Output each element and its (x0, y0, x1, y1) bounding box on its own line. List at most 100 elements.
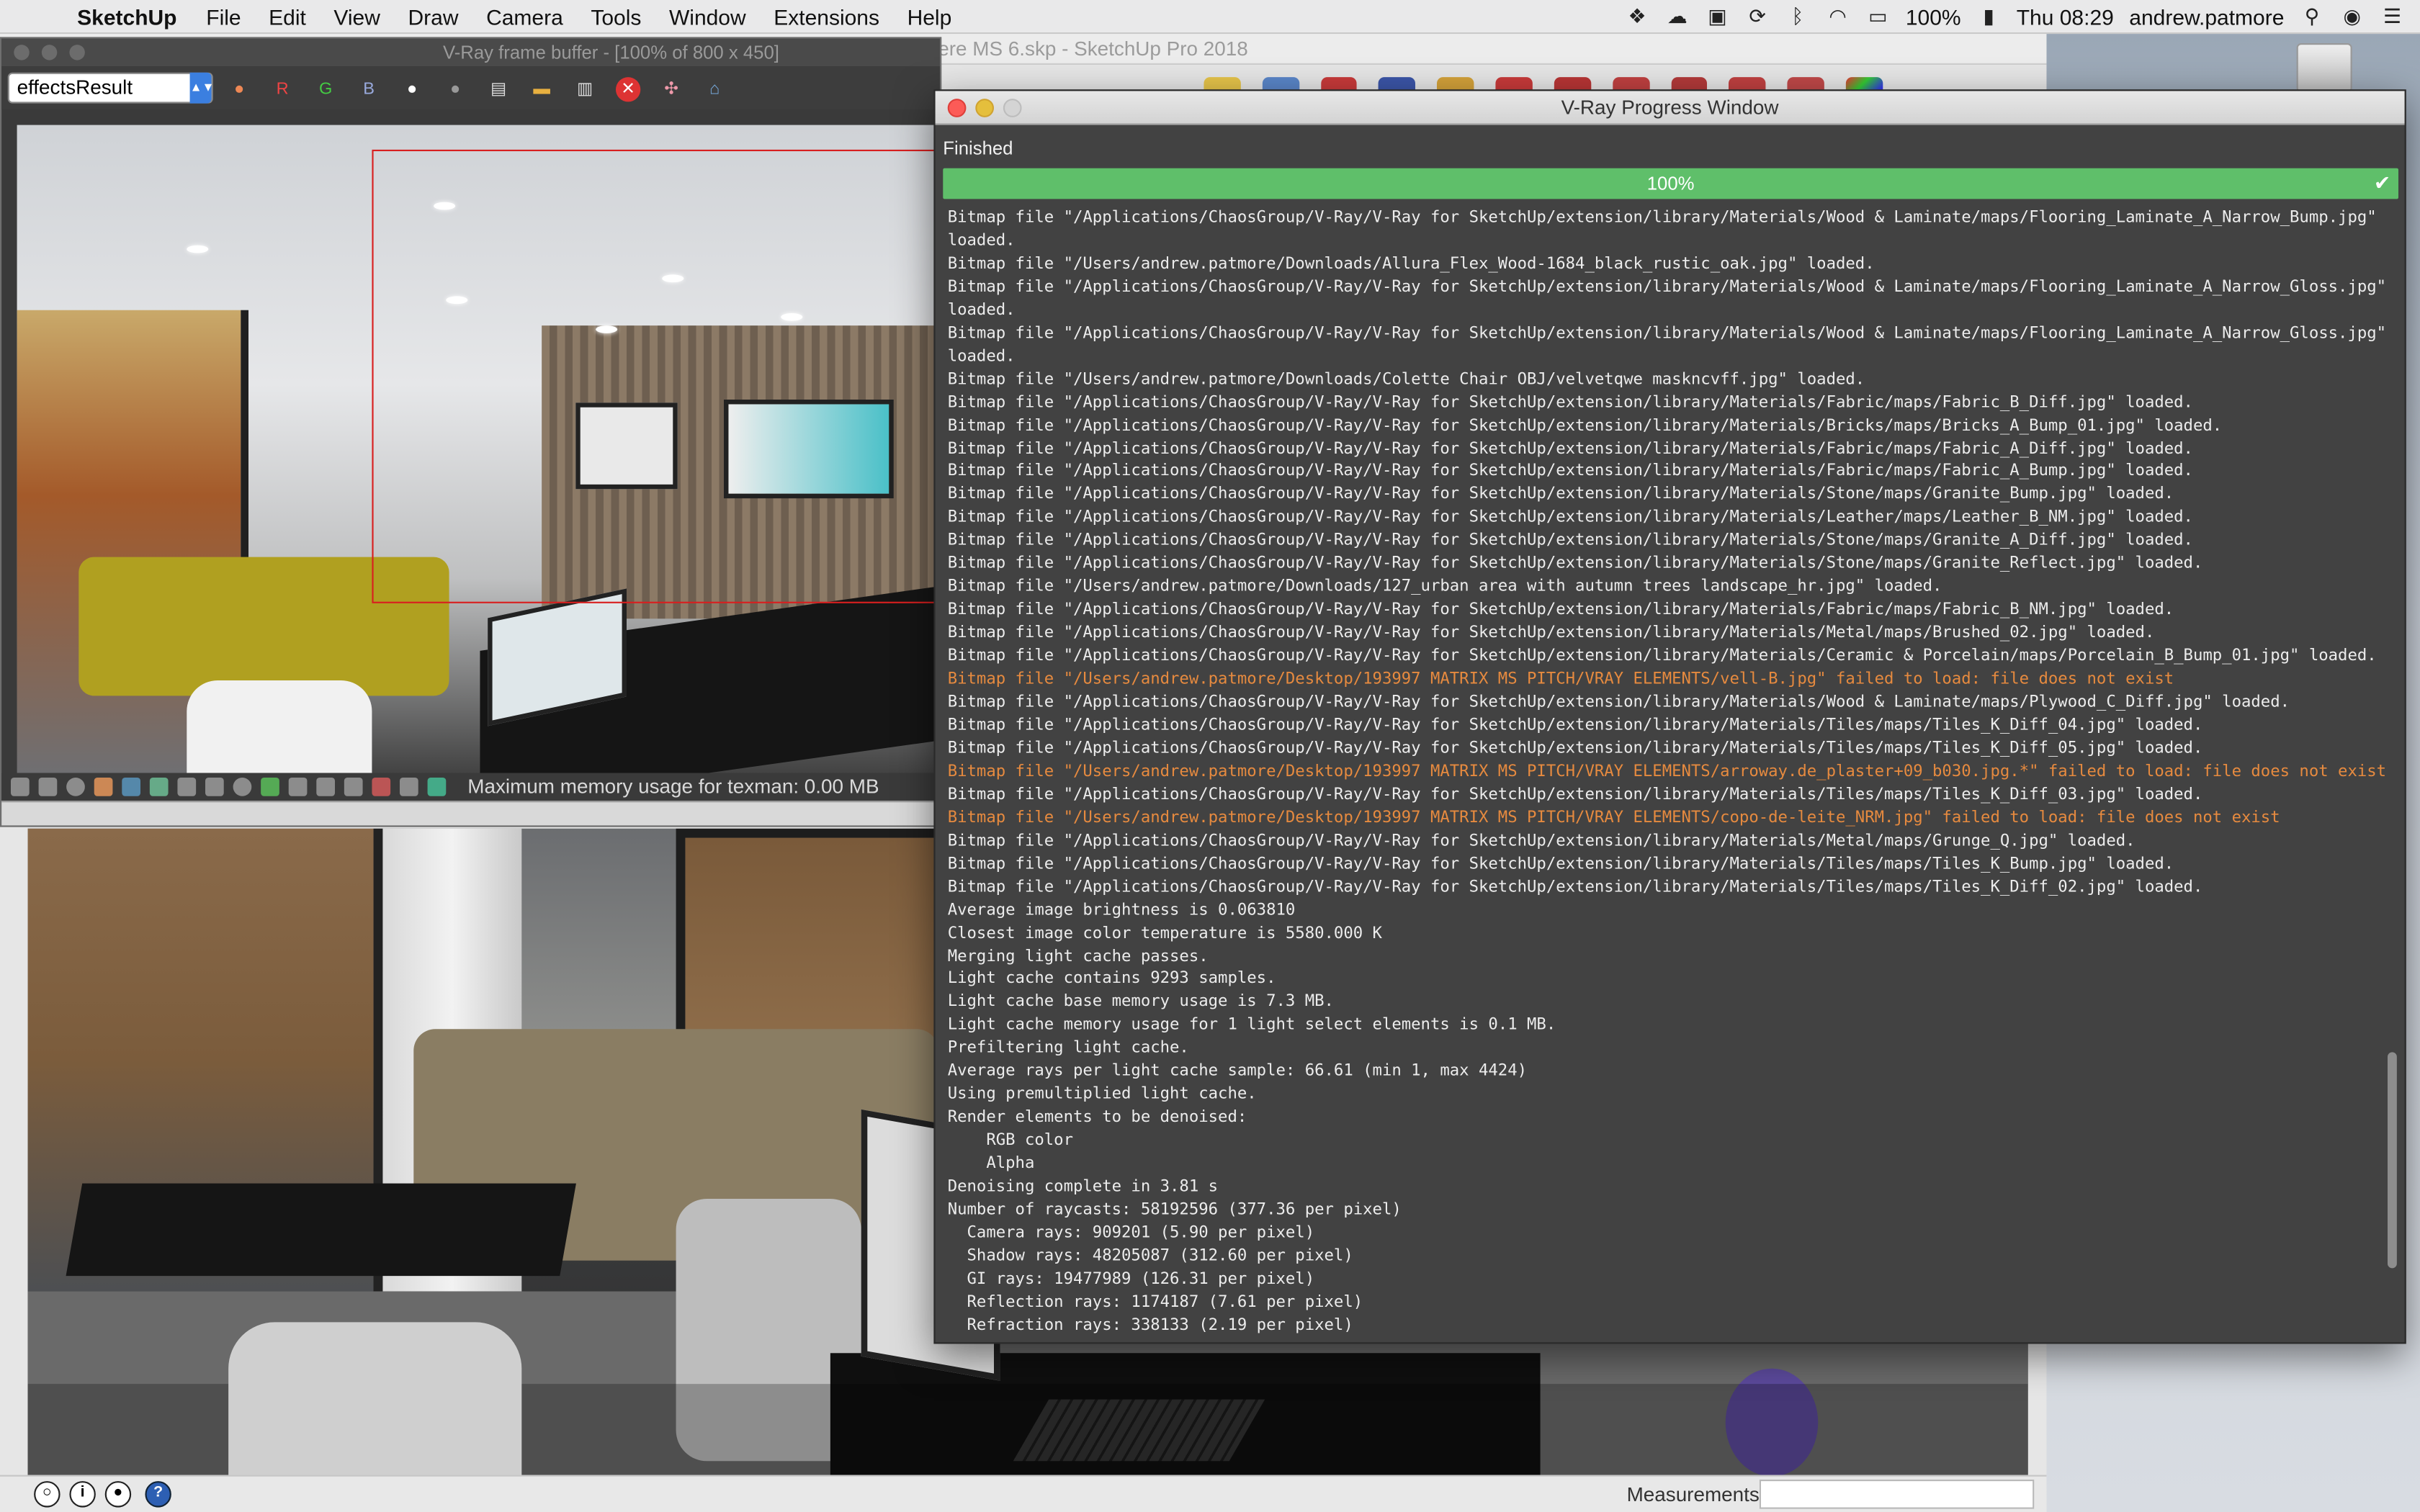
log-line: Bitmap file "/Applications/ChaosGroup/V-… (947, 624, 2155, 642)
log-line: Bitmap file "/Applications/ChaosGroup/V-… (947, 785, 2203, 804)
menu-extensions[interactable]: Extensions (760, 4, 893, 28)
vfb-close-button[interactable] (14, 45, 30, 60)
log-line: Camera rays: 909201 (5.90 per pixel) (947, 1223, 1315, 1242)
hard-drive-icon[interactable] (2296, 43, 2352, 93)
channel-select[interactable]: effectsResult ▲▼ (7, 72, 215, 104)
levels-icon[interactable] (122, 778, 140, 796)
bluetooth-icon[interactable]: ᛒ (1785, 4, 1810, 27)
history-icon[interactable] (11, 778, 30, 796)
log-line: Average image brightness is 0.063810 (947, 900, 1296, 919)
alpha-white-icon[interactable]: ● (400, 77, 424, 102)
horizontal-compare-icon[interactable] (344, 778, 363, 796)
clear-image-icon[interactable]: ✕ (616, 77, 641, 102)
battery-icon[interactable]: ▮ (1976, 4, 2001, 27)
menu-draw[interactable]: Draw (394, 4, 472, 28)
lens-effects-icon[interactable] (233, 778, 252, 796)
instructor-icon[interactable]: ? (145, 1481, 171, 1508)
histogram-icon[interactable] (177, 778, 197, 796)
log-line: Bitmap file "/Applications/ChaosGroup/V-… (947, 693, 2290, 711)
log-icon[interactable] (38, 778, 58, 796)
vfb-toolbar: effectsResult ▲▼ ● R G B ● ● ▤ ▬ ▥ ✕ ✣ ⌂ (1, 66, 941, 110)
measurements-label: Measurements (1626, 1482, 1760, 1506)
menu-edit[interactable]: Edit (255, 4, 320, 28)
color-channels-icon[interactable]: ● (227, 77, 251, 102)
track-mouse-icon[interactable]: ✣ (659, 77, 684, 102)
clipboard-icon[interactable]: ▥ (573, 77, 597, 102)
log-line: Merging light cache passes. (947, 946, 1209, 966)
creative-cloud-icon[interactable]: ☁ (1665, 4, 1690, 27)
render-image[interactable] (17, 125, 937, 773)
chevron-updown-icon: ▲▼ (189, 72, 215, 104)
account-icon[interactable]: ● (104, 1481, 132, 1508)
app-menu[interactable]: SketchUp (68, 4, 192, 28)
user-name[interactable]: andrew.patmore (2129, 4, 2284, 28)
info-icon[interactable] (66, 778, 85, 796)
layers-icon[interactable] (427, 778, 447, 796)
log-line: Bitmap file "/Applications/ChaosGroup/V-… (947, 485, 2174, 504)
menu-help[interactable]: Help (893, 4, 965, 28)
log-line: Bitmap file "/Applications/ChaosGroup/V-… (947, 323, 2387, 343)
log-line: Bitmap file "/Applications/ChaosGroup/V-… (947, 508, 2193, 527)
white-balance-icon[interactable] (261, 778, 279, 796)
progress-status: Finished (943, 137, 1013, 159)
wifi-icon[interactable]: ◠ (1825, 4, 1850, 27)
progress-minimize-button[interactable] (975, 99, 994, 117)
progress-log[interactable]: Bitmap file "/Applications/ChaosGroup/V-… (943, 207, 2389, 1338)
sketchup-status-bar: ○ i ● ? Measurements (0, 1475, 2047, 1512)
red-channel-button[interactable]: R (270, 77, 295, 102)
ab-icon[interactable] (400, 778, 418, 796)
geo-location-icon[interactable]: ○ (34, 1481, 60, 1508)
log-line: Bitmap file "/Applications/ChaosGroup/V-… (947, 854, 2174, 873)
compare-icon[interactable] (316, 778, 335, 796)
progress-zoom-button[interactable] (1003, 99, 1022, 117)
vfb-minimize-button[interactable] (41, 45, 58, 60)
spotlight-icon[interactable]: ⚲ (2300, 4, 2324, 27)
log-line: Bitmap file "/Applications/ChaosGroup/V-… (947, 415, 2223, 435)
vfb-memory-status: Maximum memory usage for texman: 0.00 MB (467, 774, 879, 798)
log-scrollbar[interactable] (2388, 1052, 2397, 1269)
downlight (187, 245, 209, 253)
dropbox-icon[interactable]: ❖ (1625, 4, 1649, 27)
render-teapot-icon[interactable]: ⌂ (702, 77, 727, 102)
render-region-box[interactable] (372, 149, 937, 603)
log-line-warning: Bitmap file "/Users/andrew.patmore/Deskt… (947, 670, 2174, 688)
log-line: Light cache base memory usage is 7.3 MB. (947, 992, 1334, 1012)
menu-view[interactable]: View (320, 4, 394, 28)
curve-icon[interactable] (149, 778, 169, 796)
menu-window[interactable]: Window (655, 4, 760, 28)
crop-icon[interactable] (288, 778, 308, 796)
menu-camera[interactable]: Camera (472, 4, 577, 28)
log-line: GI rays: 19477989 (126.31 per pixel) (947, 1269, 1315, 1288)
progress-close-button[interactable] (947, 99, 967, 117)
menu-file[interactable]: File (192, 4, 255, 28)
log-line: Alpha (947, 1154, 1035, 1173)
vfb-zoom-button[interactable] (69, 45, 85, 60)
progress-percent: 100% (1646, 173, 1695, 194)
save-icon[interactable]: ▤ (486, 77, 511, 102)
log-line: Bitmap file "/Applications/ChaosGroup/V-… (947, 462, 2193, 481)
log-line: Bitmap file "/Applications/ChaosGroup/V-… (947, 739, 2203, 757)
blue-channel-button[interactable]: B (357, 77, 381, 102)
log-line: Bitmap file "/Applications/ChaosGroup/V-… (947, 208, 2377, 227)
credits-icon[interactable]: i (69, 1481, 96, 1508)
log-line: Shadow rays: 48205087 (312.60 per pixel) (947, 1246, 1353, 1265)
open-folder-icon[interactable]: ▬ (529, 77, 554, 102)
siri-icon[interactable]: ◉ (2340, 4, 2365, 27)
vfb-status-bar: Maximum memory usage for texman: 0.00 MB (1, 773, 941, 801)
mono-icon[interactable]: ● (443, 77, 467, 102)
menu-tools[interactable]: Tools (577, 4, 655, 28)
exposure-icon[interactable] (205, 778, 224, 796)
green-channel-button[interactable]: G (313, 77, 338, 102)
log-line: Number of raycasts: 58192596 (377.36 per… (947, 1200, 1402, 1219)
measurements-input[interactable] (1759, 1480, 2035, 1509)
log-line: Prefiltering light cache. (947, 1038, 1189, 1058)
log-line: Bitmap file "/Applications/ChaosGroup/V-… (947, 554, 2203, 573)
clock[interactable]: Thu 08:29 (2017, 4, 2114, 28)
notification-center-icon[interactable]: ☰ (2380, 4, 2404, 27)
airplay-icon[interactable]: ▭ (1865, 4, 1890, 27)
color-correction-icon[interactable] (94, 778, 113, 796)
sync-icon[interactable]: ⟳ (1745, 4, 1770, 27)
log-line: Using premultiplied light cache. (947, 1084, 1257, 1104)
screenshot-icon[interactable]: ▣ (1705, 4, 1729, 27)
split-icon[interactable] (372, 778, 391, 796)
